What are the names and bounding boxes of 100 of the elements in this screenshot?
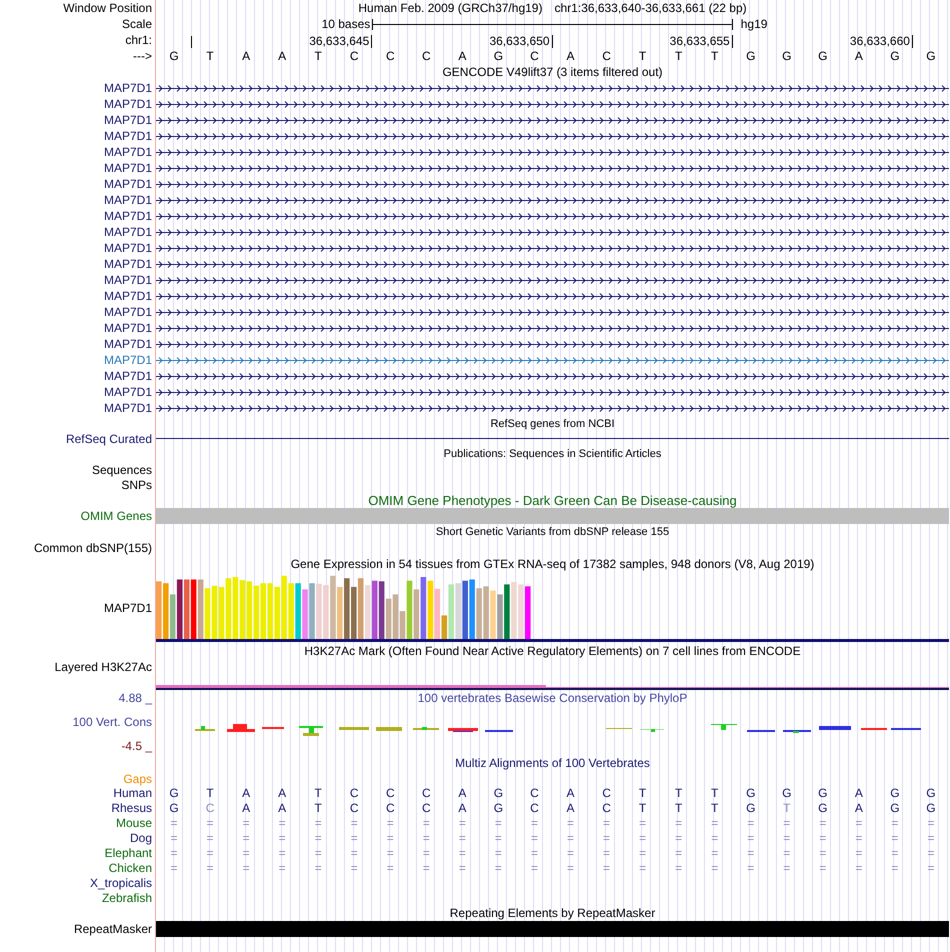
species-label: Rhesus (111, 800, 152, 814)
gene-label[interactable]: MAP7D1 (104, 97, 152, 111)
ruler-label: 36,633,645 (228, 35, 372, 48)
track-label: chr1: (125, 33, 152, 47)
species-label: X_tropicalis (90, 876, 152, 890)
aligned-base: = (278, 846, 287, 860)
aligned-base: = (494, 816, 503, 830)
aligned-base: = (890, 816, 900, 830)
aligned-base: = (350, 860, 359, 874)
gene-label[interactable]: MAP7D1 (104, 401, 152, 415)
gene-label[interactable]: MAP7D1 (104, 353, 152, 367)
aligned-base: = (710, 830, 720, 844)
track-title: GENCODE V49lift37 (3 items filtered out) (442, 65, 663, 79)
aligned-base: G (168, 786, 180, 800)
gene-label[interactable]: MAP7D1 (104, 177, 152, 191)
gene-label[interactable]: MAP7D1 (104, 129, 152, 143)
aligned-base: = (782, 816, 792, 830)
aligned-base: T (710, 786, 720, 800)
aligned-base: = (890, 830, 900, 844)
base-letter: G (925, 49, 937, 63)
aligned-base: = (386, 816, 395, 830)
gene-label[interactable]: MAP7D1 (104, 321, 152, 335)
aligned-base: = (782, 846, 792, 860)
aligned-base: G (817, 800, 828, 814)
aligned-base: = (890, 846, 900, 860)
aligned-base: G (168, 800, 180, 814)
base-letter: T (205, 49, 215, 63)
aligned-base: = (458, 816, 467, 830)
track-label: Common dbSNP(155) (34, 540, 152, 554)
aligned-base: G (745, 786, 756, 800)
track-title: Publications: Sequences in Scientific Articles (444, 448, 662, 460)
aligned-base: = (494, 860, 503, 874)
gene-label[interactable]: MAP7D1 (104, 161, 152, 175)
aligned-base: G (492, 800, 504, 814)
aligned-base: = (206, 846, 215, 860)
species-label: Human (113, 786, 152, 800)
gene-label[interactable]: MAP7D1 (104, 241, 152, 255)
gene-label[interactable]: MAP7D1 (104, 385, 152, 399)
aligned-base: G (925, 800, 937, 814)
track-title: H3K27Ac Mark (Often Found Near Active Regulatory Elements) on 7 cell lines from ENCODE (304, 644, 801, 658)
aligned-base: G (745, 800, 756, 814)
gene-label[interactable]: MAP7D1 (104, 305, 152, 319)
base-letter: G (492, 49, 504, 63)
aligned-base: = (278, 860, 287, 874)
base-letter: C (529, 49, 540, 63)
aligned-base: = (746, 860, 756, 874)
species-label: Elephant (104, 846, 152, 860)
gene-label[interactable]: MAP7D1 (104, 225, 152, 239)
aligned-base: = (818, 830, 828, 844)
aligned-base: = (422, 830, 431, 844)
aligned-base: = (314, 816, 323, 830)
aligned-base: = (602, 846, 612, 860)
ruler-label: 36,633,660 (768, 35, 913, 48)
aligned-base: = (566, 860, 576, 874)
base-letter: A (566, 49, 576, 63)
assembly-name: hg19 (740, 17, 768, 31)
aligned-base: C (421, 786, 432, 800)
gene-label[interactable]: MAP7D1 (104, 81, 152, 95)
gene-label[interactable]: MAP7D1 (104, 257, 152, 271)
gene-label[interactable]: MAP7D1 (104, 209, 152, 223)
species-label: Dog (130, 830, 152, 844)
gene-label[interactable]: MAP7D1 (104, 337, 152, 351)
aligned-base: = (206, 860, 215, 874)
assembly-title: Human Feb. 2009 (GRCh37/hg19) (358, 1, 542, 15)
scale-span: 10 bases (320, 17, 372, 31)
aligned-base: = (386, 830, 395, 844)
base-letter: T (314, 49, 323, 63)
aligned-base: = (314, 830, 323, 844)
track-title: 100 vertebrates Basewise Conservation by PhyloP (418, 691, 688, 705)
gene-label[interactable]: MAP7D1 (104, 369, 152, 383)
gene-label[interactable]: MAP7D1 (104, 145, 152, 159)
aligned-base: T (638, 786, 648, 800)
ruler-label: 36,633,655 (588, 35, 733, 48)
base-letter: G (745, 49, 756, 63)
track-title: Gene Expression in 54 tissues from GTEx RNA-seq of 17382 samples, 948 donors (V8, Aug 2019) (290, 557, 814, 571)
aligned-base: = (458, 846, 467, 860)
aligned-base: = (422, 846, 431, 860)
aligned-base: G (925, 786, 937, 800)
species-label: Mouse (116, 816, 152, 830)
aligned-base: = (422, 860, 431, 874)
base-letter: T (638, 49, 648, 63)
track-label: Layered H3K27Ac (54, 660, 152, 674)
base-letter: G (817, 49, 828, 63)
gene-label[interactable]: MAP7D1 (104, 113, 152, 127)
gene-label[interactable]: MAP7D1 (104, 193, 152, 207)
gene-label[interactable]: MAP7D1 (104, 273, 152, 287)
aligned-base: A (277, 800, 288, 814)
aligned-base: T (710, 800, 720, 814)
position-title: chr1:36,633,640-36,633,661 (22 bp) (554, 1, 747, 15)
aligned-base: = (170, 830, 179, 844)
aligned-base: = (674, 846, 684, 860)
aligned-base: = (530, 816, 539, 830)
aligned-base: T (314, 800, 323, 814)
base-letter: A (854, 49, 864, 63)
aligned-base: = (314, 846, 323, 860)
aligned-base: = (854, 830, 864, 844)
gene-label[interactable]: MAP7D1 (104, 289, 152, 303)
aligned-base: = (206, 816, 215, 830)
base-letter: C (384, 49, 396, 63)
ruler-label: 36,633,650 (408, 35, 552, 48)
